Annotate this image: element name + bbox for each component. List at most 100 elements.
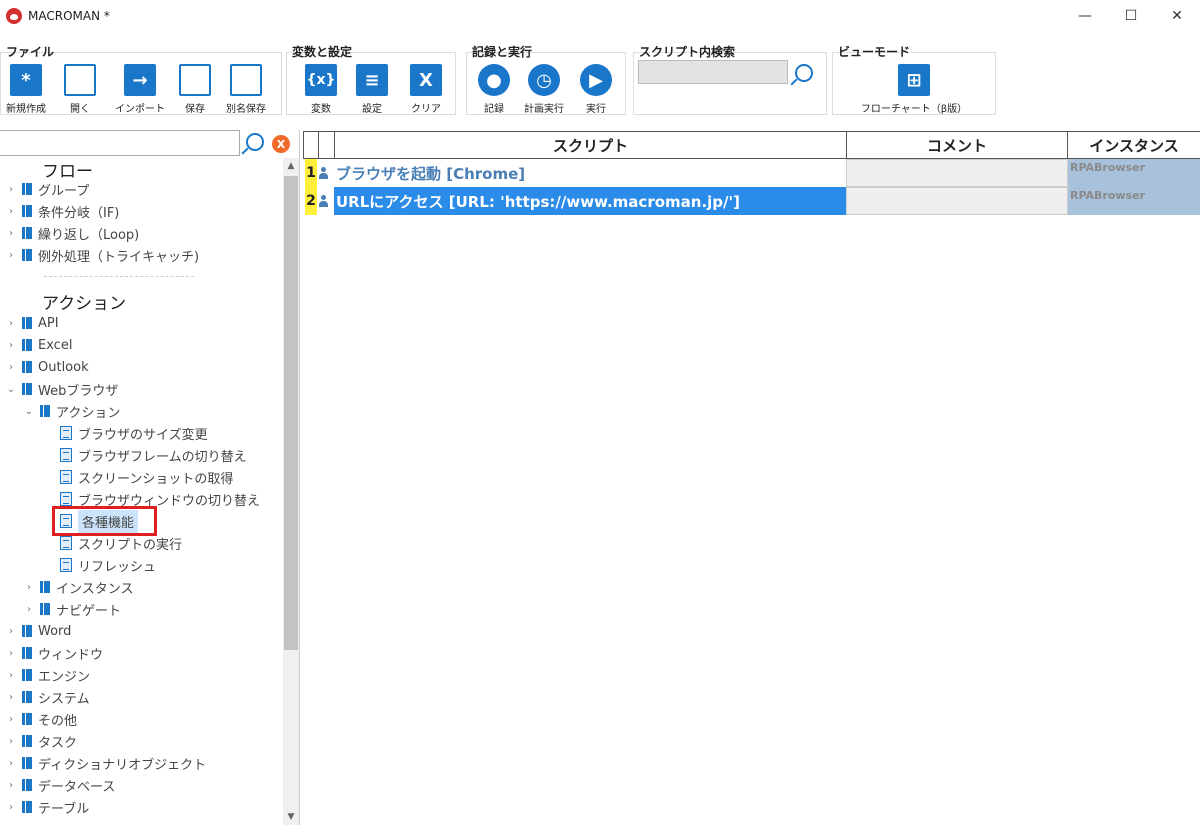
book-icon [40, 603, 50, 615]
tree-item-task[interactable]: › タスク [4, 730, 77, 752]
record-button[interactable]: ● 記録 [466, 64, 522, 115]
tree-item-trycatch[interactable]: › 例外処理（トライキャッチ) [4, 244, 199, 266]
tree-leaf-resize[interactable]: ブラウザのサイズ変更 [60, 422, 208, 444]
minimize-button[interactable]: — [1062, 0, 1108, 32]
maximize-button[interactable]: ☐ [1108, 0, 1154, 32]
clear-button[interactable]: X クリア [398, 64, 454, 115]
tree-search-input[interactable] [0, 130, 240, 156]
run-button[interactable]: ▶ 実行 [568, 64, 624, 115]
book-icon [40, 405, 50, 417]
chevron-right-icon[interactable]: › [4, 736, 18, 747]
chevron-right-icon[interactable]: › [4, 626, 18, 637]
grid-header-blank [303, 131, 319, 159]
document-icon [60, 448, 72, 462]
instance-cell[interactable]: RPABrowser [1068, 159, 1200, 187]
tree-item-web-actions[interactable]: ⌄ アクション [22, 400, 120, 422]
chevron-right-icon[interactable]: › [4, 206, 18, 217]
tree-item-word[interactable]: › Word [4, 620, 71, 642]
chevron-right-icon[interactable]: › [4, 340, 18, 351]
save-as-button[interactable]: 別名保存 [218, 64, 274, 115]
grid-header-comment[interactable]: コメント [846, 131, 1068, 159]
script-cell-selected[interactable]: URLにアクセス [URL: 'https://www.macroman.jp/… [334, 187, 847, 215]
chevron-right-icon[interactable]: › [4, 184, 18, 195]
new-button[interactable]: * 新規作成 [0, 64, 54, 115]
highlight-box [52, 506, 157, 536]
book-icon [22, 361, 32, 373]
comment-cell[interactable] [846, 187, 1068, 215]
ribbon-toolbar: ファイル * 新規作成 開く → インポート 保存 別名保存 変数と設定 {x}… [0, 40, 1200, 122]
chevron-right-icon[interactable]: › [4, 758, 18, 769]
flow-header: フロー [42, 161, 93, 182]
tree-leaf-frame-switch[interactable]: ブラウザフレームの切り替え [60, 444, 247, 466]
book-icon [22, 339, 32, 351]
book-icon [22, 227, 32, 239]
tree-item-table[interactable]: › テーブル [4, 796, 89, 818]
chevron-right-icon[interactable]: › [4, 692, 18, 703]
settings-button[interactable]: ≡ 設定 [344, 64, 400, 115]
variables-button[interactable]: {x} 変数 [293, 64, 349, 115]
tree-search-icon[interactable] [246, 133, 264, 151]
close-button[interactable]: ✕ [1154, 0, 1200, 32]
tree-item-loop[interactable]: › 繰り返し（Loop) [4, 222, 139, 244]
tree-item-group[interactable]: › グループ [4, 178, 89, 200]
file-group-title: ファイル [6, 45, 55, 59]
action-tree: フロー › グループ › 条件分岐（IF) › 繰り返し（Loop) › 例外処理（トラ… [0, 158, 282, 825]
schedule-run-button[interactable]: ◷ 計画実行 [516, 64, 572, 115]
book-icon [22, 317, 32, 329]
grid-header-blank2 [318, 131, 335, 159]
tree-scrollbar[interactable]: ▲ ▼ [283, 158, 299, 825]
grid-header-instance[interactable]: インスタンス [1067, 131, 1200, 159]
chevron-right-icon[interactable]: › [4, 714, 18, 725]
tree-item-if[interactable]: › 条件分岐（IF) [4, 200, 119, 222]
chevron-right-icon[interactable]: › [4, 802, 18, 813]
chevron-right-icon[interactable]: › [4, 318, 18, 329]
book-icon [22, 625, 32, 637]
tree-item-navigate[interactable]: › ナビゲート [22, 598, 121, 620]
tree-item-engine[interactable]: › エンジン [4, 664, 90, 686]
grid-header-script[interactable]: スクリプト [334, 131, 847, 159]
document-icon [60, 492, 72, 506]
script-cell[interactable]: ブラウザを起動 [Chrome] [334, 159, 847, 187]
chevron-right-icon[interactable]: › [4, 228, 18, 239]
tree-item-window[interactable]: › ウィンドウ [4, 642, 103, 664]
book-icon [22, 383, 32, 395]
document-icon [60, 558, 72, 572]
comment-cell[interactable] [846, 159, 1068, 187]
instance-cell[interactable]: RPABrowser [1068, 187, 1200, 215]
import-arrow-icon: → [124, 64, 156, 96]
search-icon[interactable] [795, 64, 813, 82]
tree-leaf-refresh[interactable]: リフレッシュ [60, 554, 156, 576]
tree-leaf-screenshot[interactable]: スクリーンショットの取得 [60, 466, 233, 488]
chevron-right-icon[interactable]: › [4, 362, 18, 373]
chevron-right-icon[interactable]: › [4, 670, 18, 681]
tree-item-system[interactable]: › システム [4, 686, 90, 708]
import-button[interactable]: → インポート [112, 64, 168, 115]
tree-item-instance[interactable]: › インスタンス [22, 576, 133, 598]
table-row[interactable]: 1 ブラウザを起動 [Chrome] RPABrowser [303, 159, 1200, 187]
flowchart-button[interactable]: ⊞ フローチャート（β版） [852, 64, 976, 115]
tree-clear-button[interactable]: X [272, 135, 290, 153]
save-button[interactable]: 保存 [167, 64, 223, 115]
chevron-right-icon[interactable]: › [22, 604, 36, 615]
scroll-up-icon[interactable]: ▲ [283, 158, 299, 174]
tree-item-web-browser[interactable]: ⌄ Webブラウザ [4, 378, 118, 400]
chevron-right-icon[interactable]: › [22, 582, 36, 593]
open-button[interactable]: 開く [52, 64, 108, 115]
variable-icon: {x} [305, 64, 337, 96]
tree-item-api[interactable]: › API [4, 312, 59, 334]
chevron-down-icon[interactable]: ⌄ [22, 406, 36, 417]
chevron-right-icon[interactable]: › [4, 780, 18, 791]
book-icon [22, 669, 32, 681]
chevron-right-icon[interactable]: › [4, 250, 18, 261]
tree-item-other[interactable]: › その他 [4, 708, 77, 730]
tree-item-database[interactable]: › データベース [4, 774, 115, 796]
chevron-right-icon[interactable]: › [4, 648, 18, 659]
chevron-down-icon[interactable]: ⌄ [4, 384, 18, 395]
scroll-thumb[interactable] [284, 176, 298, 650]
scroll-down-icon[interactable]: ▼ [283, 809, 299, 825]
table-row[interactable]: 2 URLにアクセス [URL: 'https://www.macroman.j… [303, 187, 1200, 215]
tree-item-outlook[interactable]: › Outlook [4, 356, 89, 378]
script-search-input[interactable] [638, 60, 788, 84]
tree-item-dictionary[interactable]: › ディクショナリオブジェクト [4, 752, 206, 774]
tree-item-excel[interactable]: › Excel [4, 334, 72, 356]
